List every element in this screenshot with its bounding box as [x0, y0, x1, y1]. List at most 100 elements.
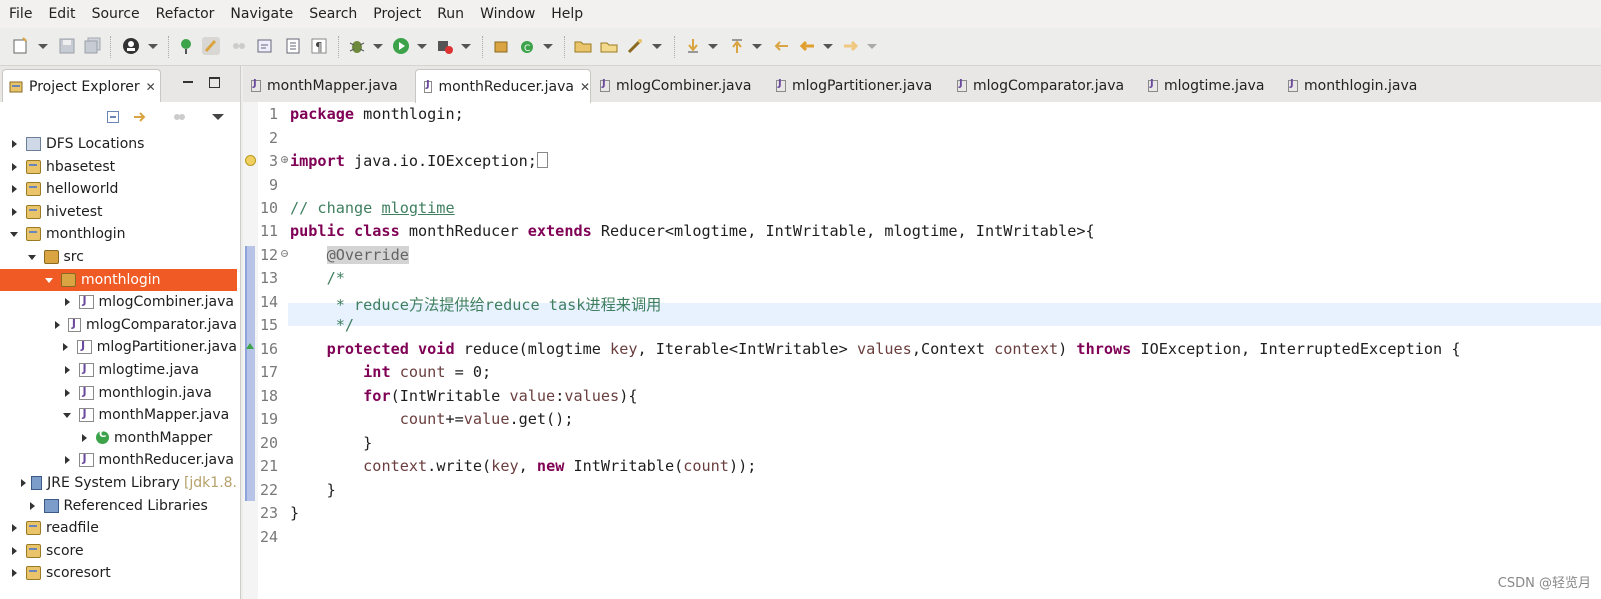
tree-item[interactable]: DFS Locations: [0, 133, 237, 155]
close-icon[interactable]: ✕: [580, 80, 590, 94]
menu-file[interactable]: File: [0, 0, 40, 28]
tree-item[interactable]: mlogComparator.java: [0, 314, 237, 336]
close-icon[interactable]: ✕: [146, 80, 156, 94]
search-dropdown-icon[interactable]: [652, 44, 662, 49]
open-file-icon[interactable]: [600, 37, 618, 55]
tree-item[interactable]: monthlogin: [0, 223, 237, 245]
profile-icon[interactable]: [122, 37, 140, 55]
expand-arrow-open-icon[interactable]: [62, 410, 73, 420]
menu-window[interactable]: Window: [472, 0, 543, 28]
open-type-icon[interactable]: [178, 37, 196, 55]
expand-arrow-closed-icon[interactable]: [10, 568, 20, 578]
expand-arrow-closed-icon[interactable]: [80, 433, 90, 443]
override-marker-icon[interactable]: [246, 343, 254, 349]
menu-edit[interactable]: Edit: [40, 0, 83, 28]
menu-refactor[interactable]: Refactor: [148, 0, 223, 28]
editor-tab[interactable]: monthReducer.java ✕: [415, 69, 591, 103]
run-dropdown-icon[interactable]: [417, 44, 427, 49]
tree-item[interactable]: hbasetest: [0, 156, 237, 178]
expand-arrow-closed-icon[interactable]: [61, 342, 71, 352]
expand-arrow-closed-icon[interactable]: [19, 478, 26, 488]
run-icon[interactable]: [392, 37, 410, 55]
back-icon[interactable]: [798, 37, 816, 55]
forward-icon[interactable]: [842, 37, 860, 55]
menu-navigate[interactable]: Navigate: [222, 0, 301, 28]
view-menu-icon[interactable]: [212, 114, 224, 120]
new-icon[interactable]: [12, 37, 30, 55]
next-annotation-icon[interactable]: [684, 37, 702, 55]
tree-item[interactable]: scoresort: [0, 562, 237, 584]
fold-expand-icon[interactable]: +: [281, 156, 288, 164]
tree-item[interactable]: monthlogin: [0, 268, 237, 291]
tree-item[interactable]: Referenced Libraries: [0, 495, 237, 517]
warning-marker-icon[interactable]: [245, 155, 256, 166]
expand-arrow-closed-icon[interactable]: [10, 184, 20, 194]
tree-item[interactable]: mlogtime.java: [0, 359, 237, 381]
tab-project-explorer[interactable]: Project Explorer ✕: [2, 69, 161, 103]
expand-arrow-closed-icon[interactable]: [63, 365, 73, 375]
expand-arrow-closed-icon[interactable]: [63, 388, 73, 398]
editor-tab[interactable]: mlogCombiner.java: [592, 69, 764, 102]
tree-item[interactable]: JRE System Library [jdk1.8.: [0, 472, 237, 494]
tree-item[interactable]: monthMapper: [0, 427, 237, 449]
outline-icon[interactable]: [284, 37, 302, 55]
tree-item[interactable]: monthReducer.java: [0, 449, 237, 471]
new-java-class-icon[interactable]: C: [518, 37, 536, 55]
menu-source[interactable]: Source: [84, 0, 148, 28]
expand-arrow-closed-icon[interactable]: [53, 320, 62, 330]
show-whitespace-icon[interactable]: ¶: [310, 37, 328, 55]
expand-arrow-closed-icon[interactable]: [10, 523, 20, 533]
editor-tab[interactable]: monthlogin.java: [1280, 69, 1440, 102]
tree-item[interactable]: hivetest: [0, 201, 237, 223]
fold-collapse-icon[interactable]: −: [281, 250, 288, 258]
next-annotation-dropdown-icon[interactable]: [708, 44, 718, 49]
tree-item[interactable]: readfile: [0, 517, 237, 539]
back-dropdown-icon[interactable]: [823, 44, 833, 49]
profile-dropdown-icon[interactable]: [148, 44, 158, 49]
minimize-icon[interactable]: [183, 81, 193, 83]
menu-help[interactable]: Help: [543, 0, 591, 28]
expand-arrow-closed-icon[interactable]: [63, 455, 73, 465]
external-tools-dropdown-icon[interactable]: [461, 44, 471, 49]
search-icon[interactable]: [626, 37, 644, 55]
save-all-icon[interactable]: [84, 37, 102, 55]
new-class-dropdown-icon[interactable]: [543, 44, 553, 49]
previous-annotation-icon[interactable]: [728, 37, 746, 55]
editor-tab[interactable]: mlogPartitioner.java: [768, 69, 944, 102]
forward-dropdown-icon[interactable]: [867, 44, 877, 49]
debug-dropdown-icon[interactable]: [373, 44, 383, 49]
tree-item[interactable]: mlogPartitioner.java: [0, 336, 237, 358]
expand-arrow-closed-icon[interactable]: [28, 501, 38, 511]
code-area[interactable]: package monthlogin; import java.io.IOExc…: [288, 102, 1601, 599]
new-java-package-icon[interactable]: [492, 37, 510, 55]
menu-project[interactable]: Project: [365, 0, 429, 28]
save-icon[interactable]: [58, 37, 76, 55]
collapse-all-icon[interactable]: [107, 111, 119, 123]
editor-tab[interactable]: monthMapper.java: [243, 69, 411, 102]
tree-item[interactable]: helloworld: [0, 178, 237, 200]
editor-tab[interactable]: mlogComparator.java: [949, 69, 1135, 102]
maximize-icon[interactable]: [209, 77, 220, 88]
expand-arrow-closed-icon[interactable]: [10, 546, 20, 556]
tree-item[interactable]: monthlogin.java: [0, 382, 237, 404]
open-folder-icon[interactable]: [574, 37, 592, 55]
menu-search[interactable]: Search: [301, 0, 365, 28]
editor-tab[interactable]: mlogtime.java: [1140, 69, 1276, 102]
build-icon[interactable]: [230, 37, 248, 55]
expand-arrow-open-icon[interactable]: [27, 252, 38, 262]
link-with-editor-icon[interactable]: [132, 109, 148, 125]
expand-arrow-closed-icon[interactable]: [10, 139, 20, 149]
filters-icon[interactable]: [172, 110, 186, 124]
tree-item[interactable]: monthMapper.java: [0, 404, 237, 426]
new-dropdown-icon[interactable]: [38, 44, 48, 49]
mark-occurrences-icon[interactable]: [202, 37, 220, 55]
expand-arrow-open-icon[interactable]: [45, 275, 55, 285]
last-edit-icon[interactable]: [772, 37, 790, 55]
expand-arrow-closed-icon[interactable]: [10, 162, 20, 172]
previous-annotation-dropdown-icon[interactable]: [752, 44, 762, 49]
external-tools-icon[interactable]: [436, 37, 454, 55]
tree-item[interactable]: mlogCombiner.java: [0, 291, 237, 313]
tree-item[interactable]: src: [0, 246, 237, 268]
expand-arrow-open-icon[interactable]: [10, 229, 20, 239]
debug-icon[interactable]: [348, 37, 366, 55]
